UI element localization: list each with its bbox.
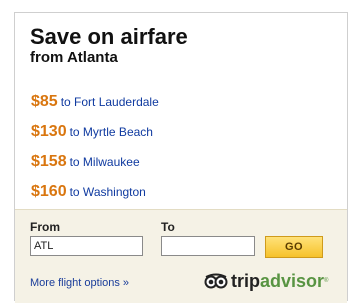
airfare-widget: Save on airfare from Atlanta $85 to Fort … [14,12,348,303]
deal-destination[interactable]: to Milwaukee [70,155,140,169]
from-input[interactable] [30,236,143,256]
widget-header: Save on airfare from Atlanta [30,25,188,67]
widget-title: Save on airfare [30,24,188,49]
deal-price[interactable]: $158 [31,153,67,170]
deal-destination[interactable]: to Fort Lauderdale [61,95,159,109]
deal-destination[interactable]: to Washington [70,185,146,199]
tripadvisor-owl-eyes-icon [204,273,228,289]
search-footer: From To GO More flight options » tripadv… [15,209,347,303]
deals-list: $85 to Fort Lauderdale $130 to Myrtle Beac… [31,91,159,211]
deal-price[interactable]: $160 [31,183,67,200]
logo-registered-mark: ® [324,278,329,284]
go-button[interactable]: GO [265,236,323,258]
deal-item[interactable]: $158 to Milwaukee [31,151,159,172]
deal-destination[interactable]: to Myrtle Beach [70,125,153,139]
deal-price[interactable]: $85 [31,93,58,110]
deal-price[interactable]: $130 [31,123,67,140]
deal-item[interactable]: $130 to Myrtle Beach [31,121,159,142]
logo-text-advisor: advisor [260,270,325,291]
deal-item[interactable]: $160 to Washington [31,181,159,202]
to-label: To [161,220,175,234]
more-flight-options-link[interactable]: More flight options » [30,277,129,289]
widget-subtitle: from Atlanta [30,49,118,66]
logo-text-trip: trip [231,270,260,291]
deal-item[interactable]: $85 to Fort Lauderdale [31,91,159,112]
to-input[interactable] [161,236,255,256]
tripadvisor-logo[interactable]: trip advisor ® [204,270,328,292]
from-label: From [30,220,60,234]
